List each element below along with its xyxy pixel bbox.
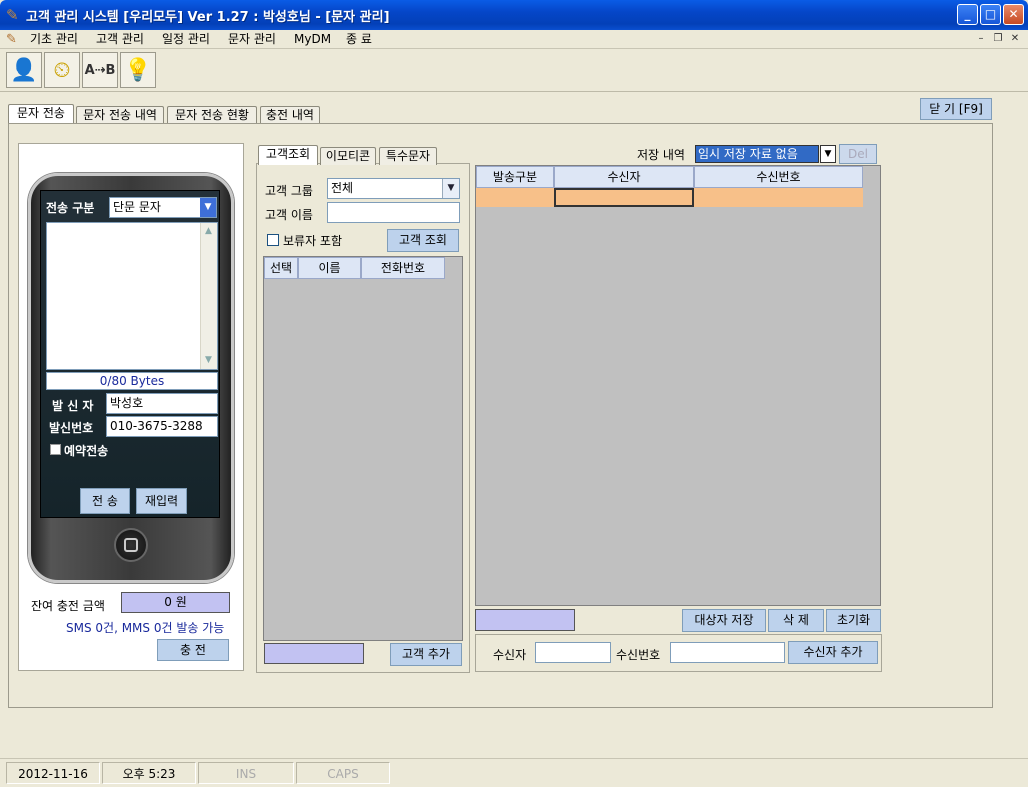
save-targets-button[interactable]: 대상자 저장 <box>682 609 766 632</box>
mdi-close-button[interactable]: ✕ <box>1008 32 1022 46</box>
status-date: 2012-11-16 <box>6 762 100 784</box>
name-label: 고객 이름 <box>265 208 313 222</box>
scroll-down-icon[interactable]: ▼ <box>201 353 216 368</box>
col-name[interactable]: 이름 <box>298 257 361 279</box>
selected-cell[interactable] <box>554 188 694 207</box>
clock-icon[interactable]: ⏲ <box>44 52 80 88</box>
status-ins: INS <box>198 762 294 784</box>
recipient-count <box>475 609 575 631</box>
add-recipient-button[interactable]: 수신자 추가 <box>788 641 878 664</box>
group-select[interactable]: 전체 <box>327 178 460 199</box>
recipient-input[interactable] <box>535 642 611 663</box>
col-phone[interactable]: 전화번호 <box>361 257 445 279</box>
include-hold-checkbox[interactable] <box>267 234 279 246</box>
recipient-number-label: 수신번호 <box>616 648 661 662</box>
tab-sms-status[interactable]: 문자 전송 현황 <box>167 106 257 124</box>
byte-counter: 0/80 Bytes <box>46 372 218 390</box>
menu-basic[interactable]: 기초 관리 <box>30 31 78 48</box>
reserve-label: 예약전송 <box>64 444 109 458</box>
mdi-minimize-button[interactable]: – <box>974 32 988 46</box>
lightbulb-icon[interactable]: 💡 <box>120 52 156 88</box>
chevron-down-icon[interactable]: ▼ <box>820 145 836 163</box>
customer-icon[interactable]: 👤 <box>6 52 42 88</box>
sender-label: 발 신 자 <box>52 399 94 413</box>
recipient-label: 수신자 <box>493 648 527 662</box>
col-recipient[interactable]: 수신자 <box>554 166 694 188</box>
reset-button[interactable]: 초기화 <box>826 609 881 632</box>
recipient-grid <box>475 165 881 606</box>
menu-exit[interactable]: 종 료 <box>346 31 372 48</box>
customer-count <box>264 643 364 664</box>
del-button[interactable]: Del <box>839 144 877 164</box>
menu-bar <box>0 30 1028 49</box>
tab-sms-send[interactable]: 문자 전송 <box>8 104 74 124</box>
sender-number-label: 발신번호 <box>49 421 94 435</box>
menu-schedule[interactable]: 일정 관리 <box>162 31 210 48</box>
minimize-button[interactable]: _ <box>957 4 978 25</box>
group-value: 전체 <box>331 181 354 195</box>
textarea-scrollbar[interactable] <box>200 223 217 369</box>
customer-search-button[interactable]: 고객 조회 <box>387 229 459 252</box>
maximize-button[interactable]: □ <box>980 4 1001 25</box>
close-f9-button[interactable]: 닫 기 [F9] <box>920 98 992 120</box>
tab-customer-search[interactable]: 고객조회 <box>258 145 318 165</box>
balance-label: 잔여 충전 금액 <box>31 599 105 613</box>
status-caps: CAPS <box>296 762 390 784</box>
saved-list-label: 저장 내역 <box>637 148 685 162</box>
balance-value: 0 원 <box>121 592 230 613</box>
customer-grid <box>263 256 463 641</box>
reserve-checkbox[interactable] <box>50 444 61 455</box>
customer-name-input[interactable] <box>327 202 460 223</box>
send-type-label: 전송 구분 <box>46 201 95 215</box>
chevron-down-icon[interactable]: ▼ <box>200 198 216 217</box>
ab-transfer-icon[interactable]: A⇢B <box>82 52 118 88</box>
group-label: 고객 그룹 <box>265 184 313 198</box>
customer-add-button[interactable]: 고객 추가 <box>390 643 462 666</box>
delete-button[interactable]: 삭 제 <box>768 609 824 632</box>
scroll-up-icon[interactable]: ▲ <box>201 224 216 239</box>
col-select[interactable]: 선택 <box>264 257 298 279</box>
sender-input[interactable]: 박성호 <box>106 393 218 414</box>
close-window-button[interactable]: ✕ <box>1003 4 1024 25</box>
sender-number-input[interactable]: 010-3675-3288 <box>106 416 218 437</box>
menu-mydm[interactable]: MyDM <box>294 31 331 48</box>
tab-charge-history[interactable]: 충전 내역 <box>260 106 320 124</box>
balance-info: SMS 0건, MMS 0건 발송 가능 <box>66 621 225 635</box>
col-send-type[interactable]: 발송구분 <box>476 166 554 188</box>
mdi-restore-button[interactable]: ❐ <box>991 32 1005 46</box>
window-title: 고객 관리 시스템 [우리모두] Ver 1.27 : 박성호님 - [문자 관… <box>26 10 390 25</box>
charge-button[interactable]: 충 전 <box>157 639 229 661</box>
home-square-icon <box>124 538 138 552</box>
send-button[interactable]: 전 송 <box>80 488 130 514</box>
reenter-button[interactable]: 재입력 <box>136 488 187 514</box>
recipient-number-input[interactable] <box>670 642 785 663</box>
tab-sms-history[interactable]: 문자 전송 내역 <box>76 106 164 124</box>
col-recipient-number[interactable]: 수신번호 <box>694 166 863 188</box>
message-textarea[interactable] <box>46 222 218 370</box>
saved-list-select[interactable]: 임시 저장 자료 없음 <box>695 145 819 163</box>
mdi-app-icon: ✎ <box>6 32 17 47</box>
menu-sms[interactable]: 문자 관리 <box>228 31 276 48</box>
chevron-down-icon[interactable]: ▼ <box>442 179 459 198</box>
tab-emoticon[interactable]: 이모티콘 <box>320 147 376 165</box>
tab-special-char[interactable]: 특수문자 <box>379 147 437 165</box>
send-type-value: 단문 문자 <box>113 200 161 214</box>
app-icon: ✎ <box>6 6 19 24</box>
status-time: 오후 5:23 <box>102 762 196 784</box>
include-hold-label: 보류자 포함 <box>283 234 343 248</box>
menu-customer[interactable]: 고객 관리 <box>96 31 144 48</box>
